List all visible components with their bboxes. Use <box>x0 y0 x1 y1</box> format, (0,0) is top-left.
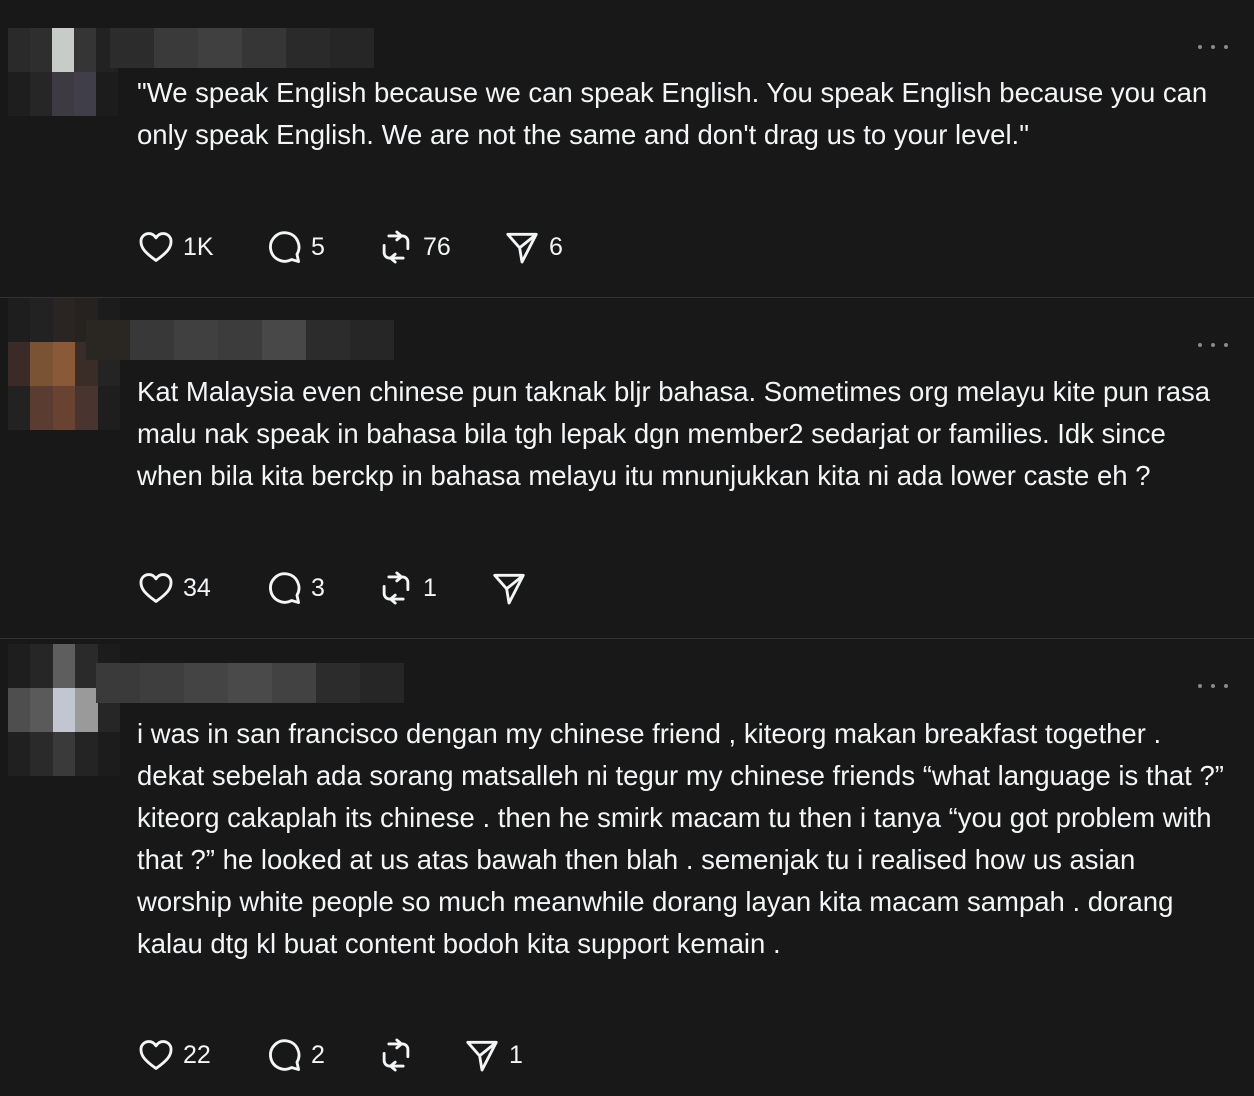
repost-count: 76 <box>423 232 451 261</box>
avatar[interactable] <box>8 298 120 430</box>
like-count: 34 <box>183 573 211 602</box>
send-icon <box>506 232 538 264</box>
comment-icon <box>269 572 301 604</box>
share-button[interactable]: 6 <box>503 227 563 267</box>
reply-count: 5 <box>311 232 325 261</box>
reply-count: 3 <box>311 573 325 602</box>
share-count: 6 <box>549 232 563 261</box>
reply-button[interactable]: 5 <box>265 227 325 267</box>
thread-post: "We speak English because we can speak E… <box>0 0 1254 297</box>
send-icon <box>493 573 525 605</box>
repost-button[interactable] <box>377 1035 423 1075</box>
repost-icon <box>382 230 410 264</box>
username-redacted[interactable] <box>96 663 404 703</box>
reply-button[interactable]: 2 <box>265 1035 325 1075</box>
share-button[interactable]: 1 <box>463 1035 523 1075</box>
repost-button[interactable]: 1 <box>377 568 437 608</box>
thread-post: i was in san francisco dengan my chinese… <box>0 639 1254 1096</box>
repost-icon <box>382 571 410 605</box>
more-options-button[interactable] <box>1198 338 1228 352</box>
heart-icon <box>139 232 173 262</box>
reply-count: 2 <box>311 1040 325 1069</box>
like-button[interactable]: 34 <box>137 568 211 608</box>
share-count: 1 <box>509 1040 523 1069</box>
repost-count: 1 <box>423 573 437 602</box>
heart-icon <box>139 1040 173 1070</box>
post-text: Kat Malaysia even chinese pun taknak blj… <box>137 376 1218 491</box>
like-count: 22 <box>183 1040 211 1069</box>
heart-icon <box>139 573 173 603</box>
post-text: "We speak English because we can speak E… <box>137 77 1215 150</box>
username-redacted[interactable] <box>110 28 374 68</box>
share-button[interactable] <box>490 568 536 608</box>
thread-post: Kat Malaysia even chinese pun taknak blj… <box>0 298 1254 638</box>
post-text: i was in san francisco dengan my chinese… <box>137 718 1232 959</box>
more-options-button[interactable] <box>1198 679 1228 693</box>
username-redacted[interactable] <box>86 320 394 360</box>
like-count: 1K <box>183 232 214 261</box>
comment-icon <box>269 1039 301 1071</box>
repost-icon <box>382 1038 410 1072</box>
avatar[interactable] <box>8 28 118 116</box>
like-button[interactable]: 22 <box>137 1035 211 1075</box>
repost-button[interactable]: 76 <box>377 227 451 267</box>
like-button[interactable]: 1K <box>137 227 214 267</box>
comment-icon <box>269 231 301 263</box>
more-options-button[interactable] <box>1198 40 1228 54</box>
send-icon <box>466 1040 498 1072</box>
reply-button[interactable]: 3 <box>265 568 325 608</box>
